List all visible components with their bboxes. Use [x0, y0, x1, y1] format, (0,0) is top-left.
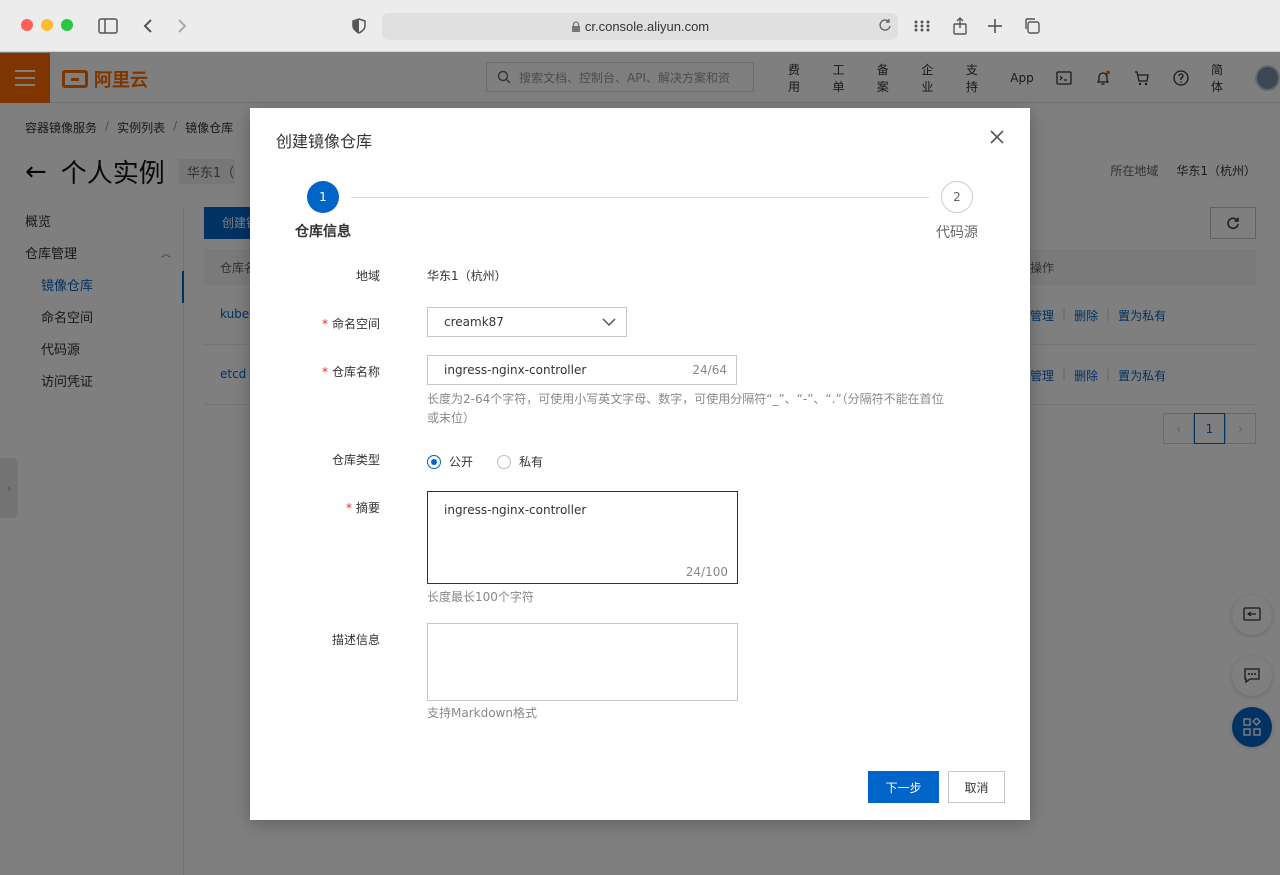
- back-nav-icon[interactable]: [134, 12, 162, 40]
- repo-name-field-label: * 仓库名称: [322, 363, 380, 380]
- step-1-label: 仓库信息: [295, 224, 351, 240]
- forward-nav-icon[interactable]: [168, 12, 196, 40]
- reload-icon[interactable]: [878, 18, 892, 35]
- share-icon[interactable]: [946, 12, 974, 40]
- chevron-down-icon: [602, 316, 616, 331]
- radio-private[interactable]: [497, 454, 512, 469]
- summary-help-text: 长度最长100个字符: [427, 590, 534, 604]
- step-2-label: 代码源: [936, 225, 978, 241]
- dialog-title: 创建镜像仓库: [276, 132, 373, 151]
- namespace-field-label: * 命名空间: [322, 315, 380, 332]
- repo-type-radio-group: 公开 私有: [427, 453, 567, 470]
- sidebar-toggle-icon[interactable]: [94, 12, 122, 40]
- tab-overview-icon[interactable]: [1018, 12, 1046, 40]
- required-marker: *: [321, 317, 328, 331]
- step-connector: [351, 197, 929, 198]
- next-step-button[interactable]: 下一步: [868, 771, 939, 803]
- zoom-window-button[interactable]: [61, 19, 73, 31]
- cancel-button[interactable]: 取消: [948, 771, 1005, 803]
- radio-option-private[interactable]: 私有: [497, 453, 543, 470]
- description-help-text: 支持Markdown格式: [427, 706, 537, 720]
- repo-name-label-text: 仓库名称: [331, 365, 380, 379]
- summary-label-text: 摘要: [355, 501, 380, 515]
- browser-toolbar: cr.console.aliyun.com: [0, 0, 1280, 52]
- required-marker: *: [345, 501, 352, 515]
- summary-textarea[interactable]: ingress-nginx-controller 24/100: [427, 491, 738, 584]
- namespace-label-text: 命名空间: [331, 317, 380, 331]
- region-field-label: 地域: [355, 269, 380, 283]
- radio-private-label: 私有: [519, 455, 544, 469]
- step-1-indicator: 1: [307, 181, 339, 213]
- description-field-label: 描述信息: [331, 633, 380, 647]
- summary-field-label: * 摘要: [346, 499, 380, 516]
- address-bar[interactable]: cr.console.aliyun.com: [382, 13, 898, 40]
- radio-option-public[interactable]: 公开: [427, 453, 473, 470]
- namespace-select[interactable]: creamk87: [427, 307, 627, 337]
- grid-apps-icon[interactable]: [908, 12, 936, 40]
- privacy-shield-icon[interactable]: [345, 12, 373, 40]
- close-icon[interactable]: [988, 128, 1006, 146]
- step-2-indicator: 2: [941, 181, 973, 213]
- url-text: cr.console.aliyun.com: [584, 19, 710, 34]
- repo-name-input[interactable]: ingress-nginx-controller 24/64: [427, 355, 737, 385]
- new-tab-icon[interactable]: [981, 12, 1009, 40]
- lock-icon: [571, 20, 580, 32]
- repo-type-field-label: 仓库类型: [331, 453, 380, 467]
- summary-char-counter: 24/100: [685, 565, 728, 579]
- close-window-button[interactable]: [21, 19, 33, 31]
- summary-textarea-value: ingress-nginx-controller: [444, 503, 587, 517]
- repo-name-char-counter: 24/64: [692, 363, 727, 377]
- description-textarea[interactable]: [427, 623, 738, 701]
- repo-name-help-text: 长度为2-64个字符，可使用小写英文字母、数字，可使用分隔符“_”、“-”、“.…: [427, 392, 944, 425]
- create-repo-dialog: 创建镜像仓库 1 2 仓库信息 代码源 地域 华东1（杭州） * 命名空间 cre…: [250, 108, 1030, 820]
- repo-name-input-value: ingress-nginx-controller: [444, 363, 587, 377]
- region-field-value: 华东1（杭州）: [427, 269, 507, 283]
- radio-public-label: 公开: [449, 455, 474, 469]
- required-marker: *: [321, 365, 328, 379]
- namespace-selected-value: creamk87: [444, 315, 504, 329]
- minimize-window-button[interactable]: [41, 19, 53, 31]
- radio-public[interactable]: [427, 454, 441, 469]
